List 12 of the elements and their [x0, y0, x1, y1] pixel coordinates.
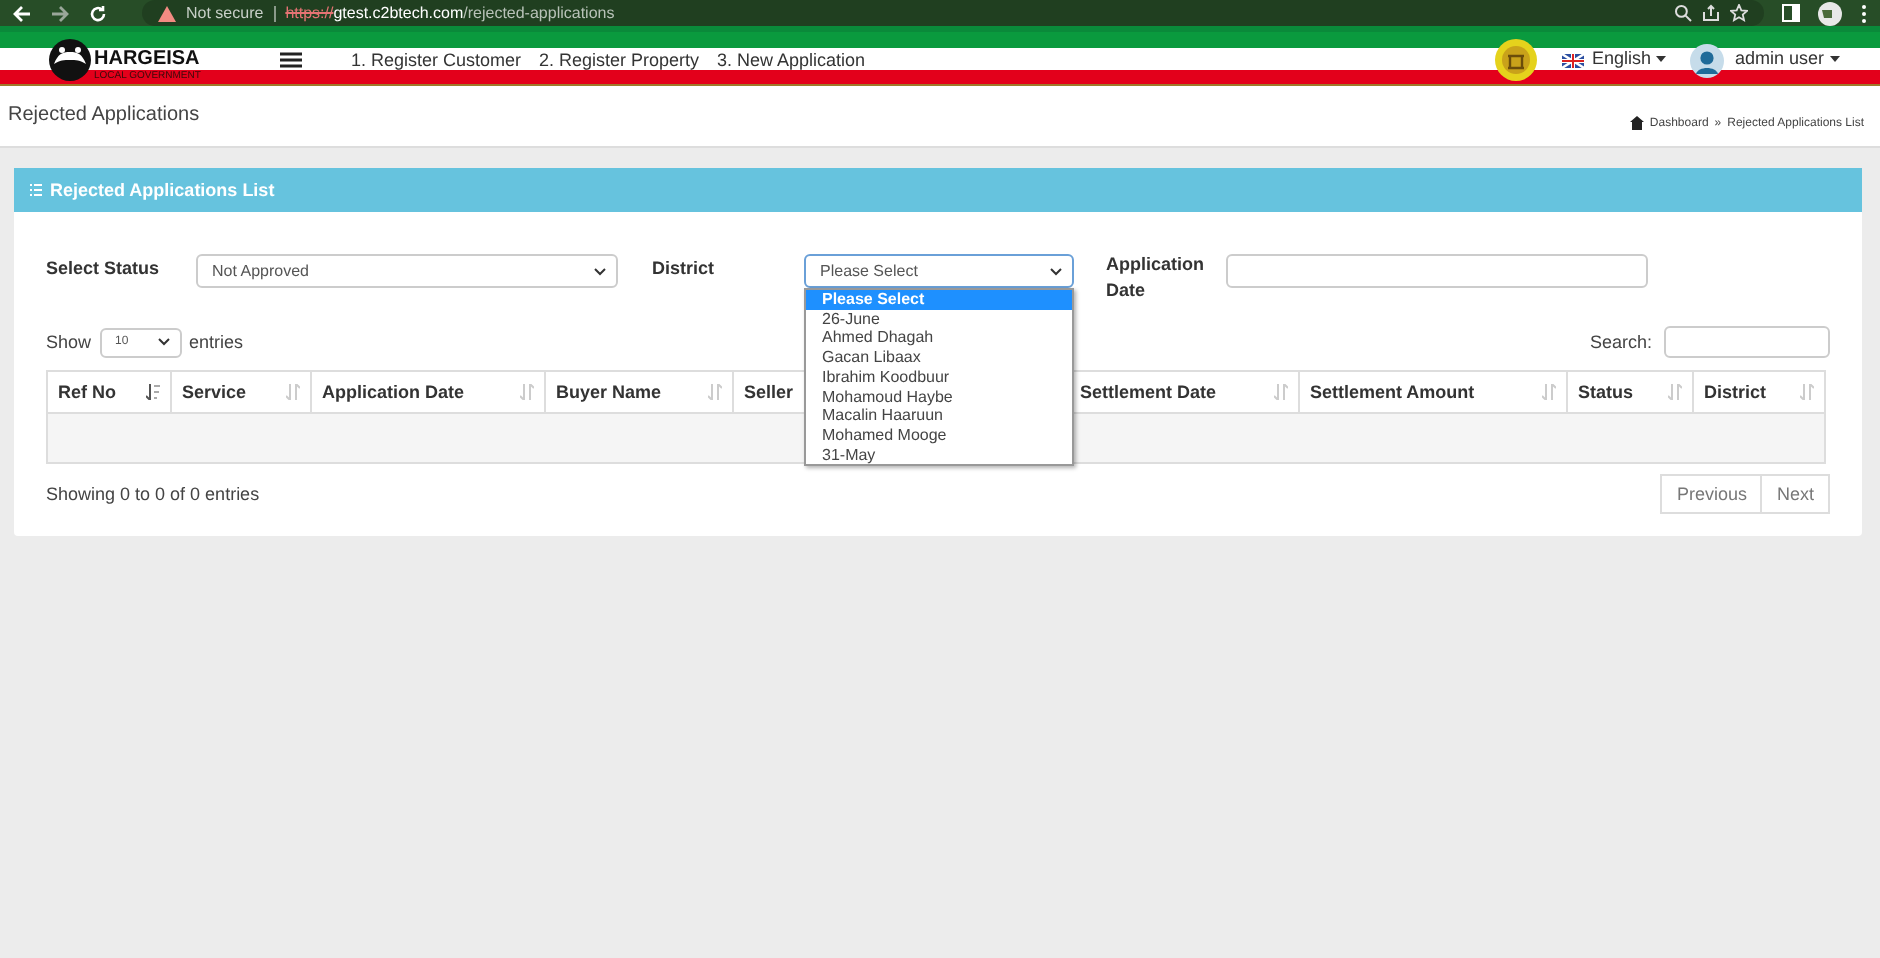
show-label: Show — [46, 332, 92, 352]
logo-title: HARGEISA — [94, 47, 201, 69]
url-text: https://gtest.c2btech.com/rejected-applications — [285, 4, 615, 22]
field-label: Application Date — [1106, 252, 1206, 304]
field-label: District — [652, 258, 717, 278]
page-title: Rejected Applications — [8, 104, 200, 126]
search-label: Search: — [1589, 332, 1652, 352]
security-label: Not secure — [186, 4, 264, 22]
table-info: Showing 0 to 0 of 0 entries — [46, 484, 260, 504]
panel-title: Rejected Applications List — [50, 180, 275, 200]
entries-label: entries — [189, 332, 244, 352]
field-label: Select Status — [46, 258, 162, 278]
